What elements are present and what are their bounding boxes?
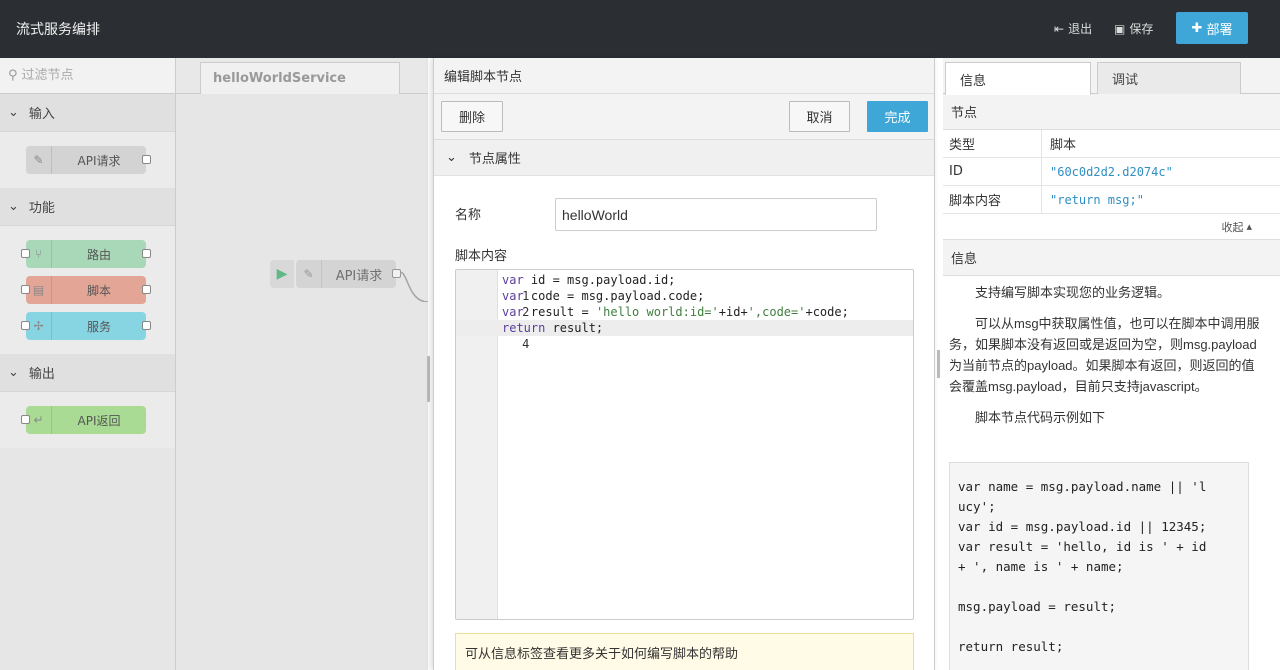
chevron-down-icon: ⌄: [446, 150, 457, 165]
logout-icon: ⇤: [1054, 21, 1065, 36]
save-icon: ▣: [1114, 21, 1126, 36]
palette-node-label: API返回: [77, 413, 121, 428]
code-editor[interactable]: 1 var id = msg.payload.id; 2 var code = …: [455, 269, 914, 620]
category-label: 输入: [28, 107, 55, 122]
prop-key: 类型: [943, 130, 1042, 157]
category-function-body: ⑂ 路由 ▤ 脚本 ✢ 服务: [0, 226, 175, 354]
palette-node-script[interactable]: ▤ 脚本: [21, 276, 151, 304]
help-tip: 可从信息标签查看更多关于如何编写脚本的帮助: [455, 633, 914, 670]
prop-value: "return msg;": [1050, 192, 1144, 207]
name-label: 名称: [455, 208, 482, 223]
caret-up-icon: ▴: [1246, 220, 1252, 233]
code-text: return result;: [502, 321, 604, 335]
logout-button[interactable]: ⇤ 退出: [1054, 20, 1092, 37]
done-button[interactable]: 完成: [867, 101, 928, 132]
deploy-label: 部署: [1206, 22, 1233, 38]
output-port: [142, 249, 151, 258]
code-text: var code = msg.payload.code;: [502, 289, 705, 303]
tab-hello-world-service[interactable]: helloWorldService: [200, 62, 400, 94]
chevron-down-icon: ⌄: [8, 365, 19, 380]
output-port: [142, 321, 151, 330]
top-bar: 流式服务编排 ⇤ 退出 ▣ 保存 ✚ 部署: [0, 0, 1280, 58]
name-field[interactable]: [555, 198, 877, 231]
edit-tray: 编辑脚本节点 删除 取消 完成 ⌄ 节点属性 名称 脚本内容 1 var id …: [433, 58, 935, 670]
node-properties-header[interactable]: ⌄ 节点属性: [434, 140, 934, 176]
input-port: [21, 415, 30, 424]
info-body: 支持编写脚本实现您的业务逻辑。 可以从msg中获取属性值，也可以在脚本中调用服务…: [943, 276, 1280, 428]
node-palette: ⚲ ⌄ 输入 ✎ API请求 ⌄ 功能 ⑂ 路由 ▤ 脚本 ✢: [0, 58, 176, 670]
prop-value: "60c0d2d2.d2074c": [1050, 164, 1173, 179]
info-paragraph: 可以从msg中获取属性值，也可以在脚本中调用服务，如果脚本没有返回或是返回为空，…: [949, 316, 1260, 394]
info-paragraph: 脚本节点代码示例如下: [975, 410, 1106, 425]
code-text: var id = msg.payload.id;: [502, 273, 676, 287]
prop-key: 脚本内容: [943, 186, 1042, 213]
sidebar-splitter[interactable]: [937, 350, 940, 378]
info-sidebar: 信息 调试 节点 类型 脚本 ID "60c0d2d2.d2074c" 脚本内容…: [943, 58, 1280, 670]
prop-row-content: 脚本内容 "return msg;": [943, 186, 1280, 214]
palette-node-label: 路由: [86, 247, 111, 262]
tray-title: 编辑脚本节点: [434, 58, 934, 94]
search-icon: ⚲: [8, 68, 18, 83]
palette-node-api-return[interactable]: ↵ API返回: [21, 406, 146, 434]
prop-row-id: ID "60c0d2d2.d2074c": [943, 158, 1280, 186]
palette-node-service[interactable]: ✢ 服务: [21, 312, 151, 340]
category-label: 功能: [28, 201, 55, 216]
delete-button[interactable]: 删除: [441, 101, 503, 132]
puzzle-icon: ✚: [1191, 20, 1203, 36]
tab-info[interactable]: 信息: [945, 62, 1091, 95]
category-output-body: ↵ API返回: [0, 392, 175, 448]
workspace-tabs: helloWorldService: [176, 58, 428, 94]
code-text: var result = 'hello world:id='+id+',code…: [502, 305, 849, 319]
input-port: [21, 249, 30, 258]
cancel-button[interactable]: 取消: [789, 101, 850, 132]
input-port: [21, 285, 30, 294]
collapse-label: 收起: [1221, 220, 1244, 234]
collapse-link[interactable]: 收起 ▴: [943, 214, 1280, 240]
flow-workspace[interactable]: helloWorldService ▶ ✎ API请求: [176, 58, 428, 670]
info-section-title: 信息: [943, 240, 1280, 276]
info-paragraph: 支持编写脚本实现您的业务逻辑。: [975, 285, 1171, 300]
input-port: [21, 321, 30, 330]
palette-node-label: 脚本: [86, 283, 111, 298]
chevron-down-icon: ⌄: [8, 105, 19, 120]
code-line: 2 var code = msg.payload.code;: [456, 288, 913, 319]
section-label: 节点属性: [468, 152, 521, 167]
prop-key: ID: [943, 158, 1042, 185]
chevron-down-icon: ⌄: [8, 199, 19, 214]
content-label: 脚本内容: [455, 249, 508, 264]
code-example: var name = msg.payload.name || 'l ucy'; …: [949, 462, 1249, 670]
app-title: 流式服务编排: [16, 22, 100, 38]
palette-search: ⚲: [0, 58, 175, 94]
output-port: [142, 155, 151, 164]
line-number: 4: [522, 337, 530, 351]
sidebar-tabs: 信息 调试: [943, 58, 1280, 95]
workspace-splitter[interactable]: [427, 356, 430, 402]
save-label: 保存: [1129, 22, 1154, 36]
prop-value: 脚本: [1050, 138, 1077, 153]
tab-debug[interactable]: 调试: [1097, 62, 1241, 94]
palette-node-label: API请求: [77, 153, 121, 168]
palette-node-route[interactable]: ⑂ 路由: [21, 240, 151, 268]
category-output[interactable]: ⌄ 输出: [0, 354, 175, 392]
tray-toolbar: 删除 取消 完成: [434, 94, 934, 140]
deploy-button[interactable]: ✚ 部署: [1176, 12, 1248, 44]
code-line: 1 var id = msg.payload.id;: [456, 272, 913, 303]
palette-node-label: 服务: [86, 319, 111, 334]
category-label: 输出: [28, 367, 55, 382]
output-port: [142, 285, 151, 294]
prop-row-type: 类型 脚本: [943, 130, 1280, 158]
code-line-active: 4 return result;: [456, 320, 913, 351]
palette-node-api-request[interactable]: ✎ API请求: [26, 146, 151, 174]
form-icon: ✎: [26, 146, 52, 174]
node-section-title: 节点: [943, 94, 1280, 130]
category-input[interactable]: ⌄ 输入: [0, 94, 175, 132]
code-line: 3 var result = 'hello world:id='+id+',co…: [456, 304, 913, 335]
category-function[interactable]: ⌄ 功能: [0, 188, 175, 226]
save-button[interactable]: ▣ 保存: [1114, 20, 1153, 37]
palette-search-input[interactable]: [21, 68, 162, 83]
logout-label: 退出: [1068, 22, 1093, 36]
category-input-body: ✎ API请求: [0, 132, 175, 188]
workspace-overlay: [176, 94, 428, 670]
